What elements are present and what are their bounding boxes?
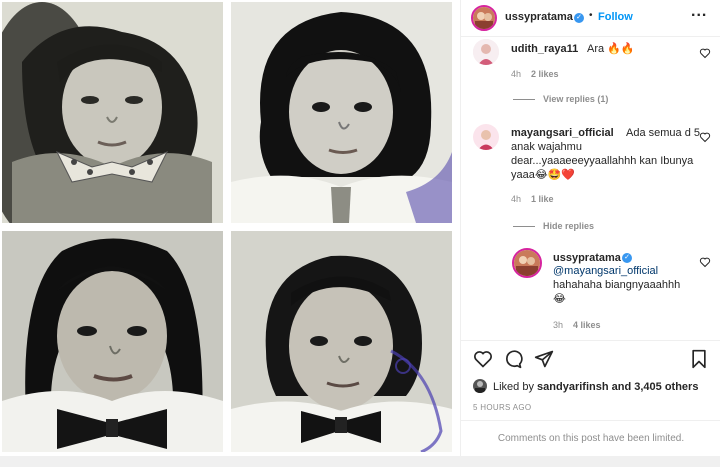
post-photo-collage[interactable] (0, 0, 460, 467)
like-heart-icon[interactable] (473, 349, 493, 369)
comment-bubble-icon[interactable] (503, 349, 523, 369)
reply-likes[interactable]: 4 likes (573, 320, 601, 330)
comment-username[interactable]: mayangsari_official (511, 127, 614, 139)
reply-emoji: 😂 (553, 293, 566, 305)
comment-time: 4h (511, 194, 522, 204)
hide-replies-label: Hide replies (543, 221, 595, 231)
commenter-avatar[interactable] (473, 124, 499, 150)
like-reply-heart-icon[interactable] (699, 256, 711, 268)
comment-text-line-3: dear...yaaaeeeyyaallahhh kan Ibunya (511, 155, 694, 167)
reply-avatar[interactable] (512, 248, 542, 278)
comment-likes[interactable]: 1 like (531, 194, 554, 204)
commenter-avatar[interactable] (473, 39, 499, 65)
window-bottom-strip (0, 456, 720, 467)
likes-suffix[interactable]: and 3,405 others (609, 381, 699, 393)
verified-badge-icon: ✓ (622, 253, 632, 263)
share-paper-plane-icon[interactable] (534, 349, 554, 369)
author-username[interactable]: ussypratama (505, 11, 573, 23)
follow-button[interactable]: Follow (598, 11, 633, 23)
comment-text-line-4: yaaa😂🤩❤️ (511, 169, 576, 181)
hide-replies-button[interactable]: Hide replies (513, 221, 594, 231)
replies-line (513, 226, 535, 228)
post-header: ussypratama ✓ • Follow ... (461, 0, 720, 37)
action-bar (461, 340, 720, 377)
comment-text-line-1: Ada semua d 5 (626, 127, 700, 139)
header-dot: • (589, 10, 593, 21)
liker-username[interactable]: sandyarifinsh (537, 381, 609, 393)
comment-udith: udith_raya11 Ara 🔥🔥 4h 2 likes View repl… (461, 36, 720, 116)
comment-username[interactable]: udith_raya11 (511, 43, 578, 55)
liker-avatar[interactable] (473, 379, 487, 393)
save-bookmark-icon[interactable] (690, 349, 708, 369)
photo-girl-2 (231, 2, 452, 223)
comments-limited-text: Comments on this post have been limited. (497, 433, 685, 444)
likes-summary: Liked by sandyarifinsh and 3,405 others (473, 378, 718, 396)
photo-girl-4 (231, 231, 452, 452)
reply-text: hahahaha biangnyaaahhh (553, 279, 681, 291)
view-replies-label: View replies (1) (543, 94, 609, 104)
more-options-icon[interactable]: ... (691, 3, 707, 21)
comment-text-line-2: anak wajahmu (511, 141, 582, 153)
photo-girl-1 (2, 2, 223, 223)
comment-time: 4h (511, 69, 522, 79)
reply-ussypratama: ussypratama ✓ @mayangsari_official hahah… (461, 244, 720, 336)
like-comment-heart-icon[interactable] (699, 47, 711, 59)
likes-prefix: Liked by (493, 381, 538, 393)
likes-text: Liked by sandyarifinsh and 3,405 others (493, 380, 698, 394)
verified-badge-icon: ✓ (574, 13, 584, 23)
comments-panel: ussypratama ✓ • Follow ... udith_raya11 … (460, 0, 720, 467)
view-replies-button[interactable]: View replies (1) (513, 94, 608, 104)
replies-line (513, 99, 535, 101)
comment-mayangsari: mayangsari_official Ada semua d 5 anak w… (461, 120, 720, 240)
photo-girl-3 (2, 231, 223, 452)
comment-text: Ara 🔥🔥 (587, 43, 635, 55)
like-comment-heart-icon[interactable] (699, 131, 711, 143)
comment-likes[interactable]: 2 likes (531, 69, 559, 79)
author-avatar[interactable] (471, 5, 497, 31)
reply-time: 3h (553, 320, 564, 330)
reply-username[interactable]: ussypratama (553, 252, 621, 264)
reply-mention[interactable]: @mayangsari_official (553, 264, 658, 278)
post-timestamp[interactable]: 5 HOURS AGO (473, 403, 531, 412)
